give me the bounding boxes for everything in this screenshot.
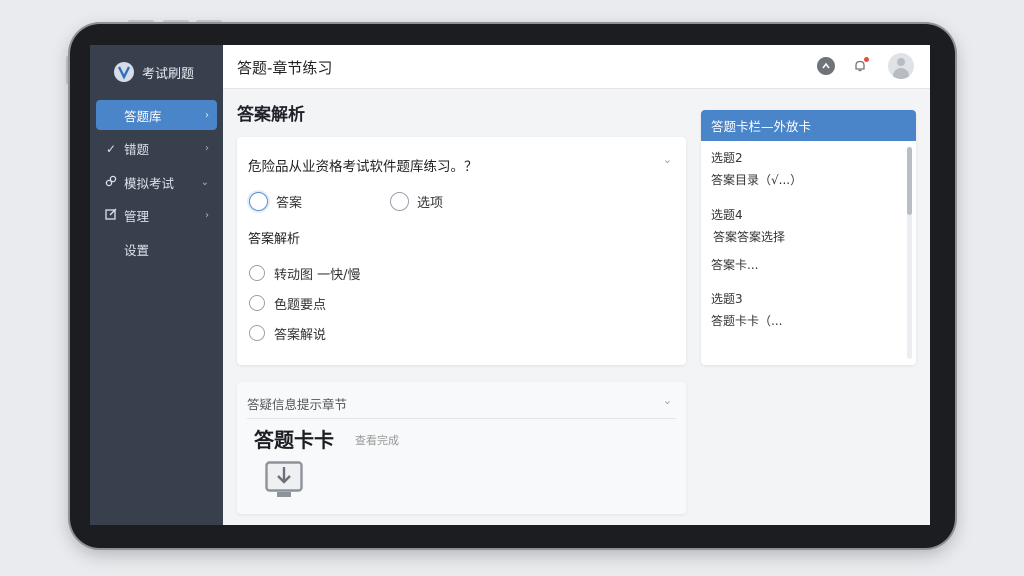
scrollbar[interactable] <box>907 147 912 359</box>
tablet-device: 考试刷题 答题库 › ✓ 错题 › 模拟考试 ⌄ 管理 › 设置 答题-章节练习… <box>70 24 955 548</box>
app-screen: 考试刷题 答题库 › ✓ 错题 › 模拟考试 ⌄ 管理 › 设置 答题-章节练习… <box>90 45 930 525</box>
download-icon[interactable] <box>265 461 303 505</box>
question-text: 危险品从业资格考试软件题库练习。？ <box>248 159 478 175</box>
sidebar-item-mock-exam[interactable]: 模拟考试 ⌄ <box>96 167 217 197</box>
sidebar: 考试刷题 答题库 › ✓ 错题 › 模拟考试 ⌄ 管理 › 设置 <box>90 45 223 525</box>
answer-mode-options: 答案 选项 <box>249 192 443 211</box>
breadcrumb: 答题-章节练习 <box>237 59 333 77</box>
answer-analysis-label: 答案解析 <box>248 232 301 247</box>
sidebar-item-wrong-questions[interactable]: ✓ 错题 › <box>96 134 217 164</box>
sidebar-item-settings[interactable]: 设置 <box>96 234 217 264</box>
sidebar-item-label: 错题 <box>124 142 150 157</box>
sidebar-item-label: 设置 <box>124 242 150 258</box>
list-item[interactable]: 答题卡卡（... <box>711 313 802 329</box>
option-choice[interactable]: 选项 <box>390 192 443 211</box>
radio-button[interactable] <box>390 192 410 211</box>
check-icon: ✓ <box>105 141 117 156</box>
divider <box>247 418 676 419</box>
sidebar-item-label: 模拟考试 <box>124 175 175 191</box>
logo-icon <box>114 62 134 82</box>
chevron-down-icon[interactable]: ⌄ <box>663 394 672 407</box>
radio-button[interactable] <box>249 295 265 311</box>
app-logo[interactable]: 考试刷题 <box>114 58 194 86</box>
sidebar-item-question-bank[interactable]: 答题库 › <box>96 100 217 130</box>
option-answer[interactable]: 答案 <box>249 192 302 211</box>
info-card: 答疑信息提示章节 ⌄ 答题卡卡 查看完成 <box>237 382 686 514</box>
sidebar-item-manage[interactable]: 管理 › <box>96 201 217 231</box>
chevron-down-icon: ⌄ <box>200 176 209 188</box>
avatar[interactable] <box>888 53 914 79</box>
chevron-right-icon: › <box>205 143 209 154</box>
chevron-down-icon[interactable]: ⌄ <box>663 153 672 166</box>
info-card-caption: 查看完成 <box>355 434 399 447</box>
notification-dot <box>864 57 869 62</box>
help-icon[interactable] <box>817 57 835 75</box>
sidebar-item-label: 答题库 <box>124 108 162 124</box>
radio-button[interactable] <box>249 192 268 211</box>
chevron-right-icon: › <box>205 109 209 121</box>
question-card: 危险品从业资格考试软件题库练习。？ ⌄ 答案 选项 答案解析 转动图 一快/慢 <box>237 137 686 365</box>
edit-icon <box>104 208 118 223</box>
answer-card-list: 选题2 答案目录（√...） 选题4 答案答案选择 答案卡... 选题3 答题卡… <box>711 150 802 329</box>
page-title: 答案解析 <box>237 105 305 125</box>
radio-button[interactable] <box>249 325 265 341</box>
list-item[interactable]: 答案卡... <box>711 257 802 273</box>
radio-button[interactable] <box>249 265 265 281</box>
chevron-right-icon: › <box>205 210 209 221</box>
top-bar: 答题-章节练习 <box>223 45 930 89</box>
list-item[interactable]: 答案目录（√...） <box>711 172 802 188</box>
answer-card-panel: 答题卡栏—外放卡 选题2 答案目录（√...） 选题4 答案答案选择 答案卡..… <box>701 110 916 365</box>
list-item[interactable]: 选题2 <box>711 150 802 166</box>
option-item[interactable]: 转动图 一快/慢 <box>249 258 361 288</box>
option-list: 转动图 一快/慢 色题要点 答案解说 <box>249 258 361 348</box>
sidebar-item-label: 管理 <box>124 209 150 224</box>
link-icon <box>104 175 118 190</box>
bell-icon[interactable] <box>851 57 869 75</box>
answer-card-title: 答题卡栏—外放卡 <box>701 110 916 141</box>
option-item[interactable]: 答案解说 <box>249 318 361 348</box>
info-card-header: 答疑信息提示章节 <box>247 397 348 412</box>
list-item[interactable]: 答案答案选择 <box>711 229 802 245</box>
scrollbar-thumb[interactable] <box>907 147 912 215</box>
info-card-title: 答题卡卡 <box>254 428 334 452</box>
option-item[interactable]: 色题要点 <box>249 288 361 318</box>
app-name: 考试刷题 <box>142 66 195 82</box>
sidebar-nav: 答题库 › ✓ 错题 › 模拟考试 ⌄ 管理 › 设置 <box>96 100 217 268</box>
list-item[interactable]: 选题3 <box>711 291 802 307</box>
list-item[interactable]: 选题4 <box>711 207 802 223</box>
